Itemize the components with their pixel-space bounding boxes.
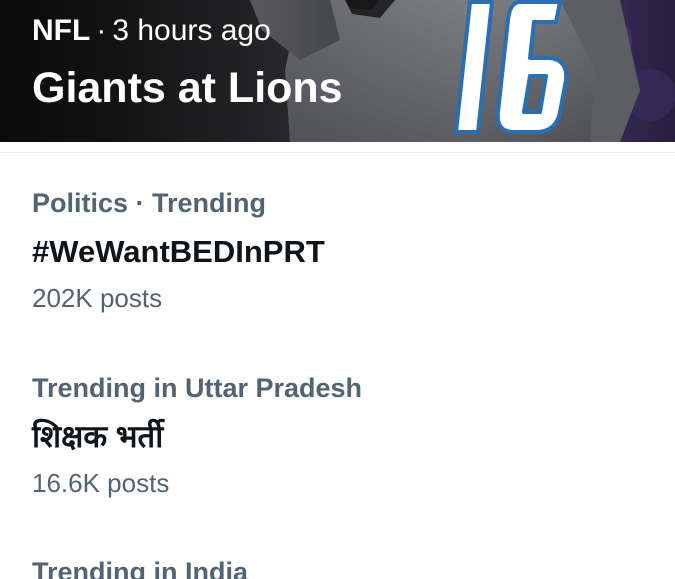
featured-timestamp: 3 hours ago	[112, 14, 271, 47]
trend-post-count: 202K posts	[32, 283, 163, 313]
featured-category: NFL	[32, 14, 91, 47]
trend-item[interactable]: Trending in Uttar Pradesh शिक्षक भर्ती 1…	[0, 371, 675, 511]
trend-name: #WeWantBEDInPRT	[32, 234, 325, 269]
featured-headline: Giants at Lions	[32, 64, 343, 112]
trend-post-count: 16.6K posts	[32, 468, 170, 498]
trend-item[interactable]: Politics · Trending #WeWantBEDInPRT 202K…	[0, 186, 675, 326]
trend-context: Trending in India	[32, 557, 248, 579]
section-divider	[0, 142, 675, 153]
trend-context: Trending in Uttar Pradesh	[32, 373, 363, 403]
meta-separator: ·	[96, 14, 107, 47]
trend-context: Politics · Trending	[32, 188, 267, 218]
featured-news-card[interactable]: NFL · 3 hours ago Giants at Lions	[0, 0, 675, 142]
featured-meta: NFL · 3 hours ago	[32, 11, 271, 51]
trend-name: शिक्षक भर्ती	[32, 419, 164, 454]
explore-trends-page: NFL · 3 hours ago Giants at Lions Politics…	[0, 0, 675, 579]
trend-item[interactable]: Trending in India	[0, 555, 675, 579]
